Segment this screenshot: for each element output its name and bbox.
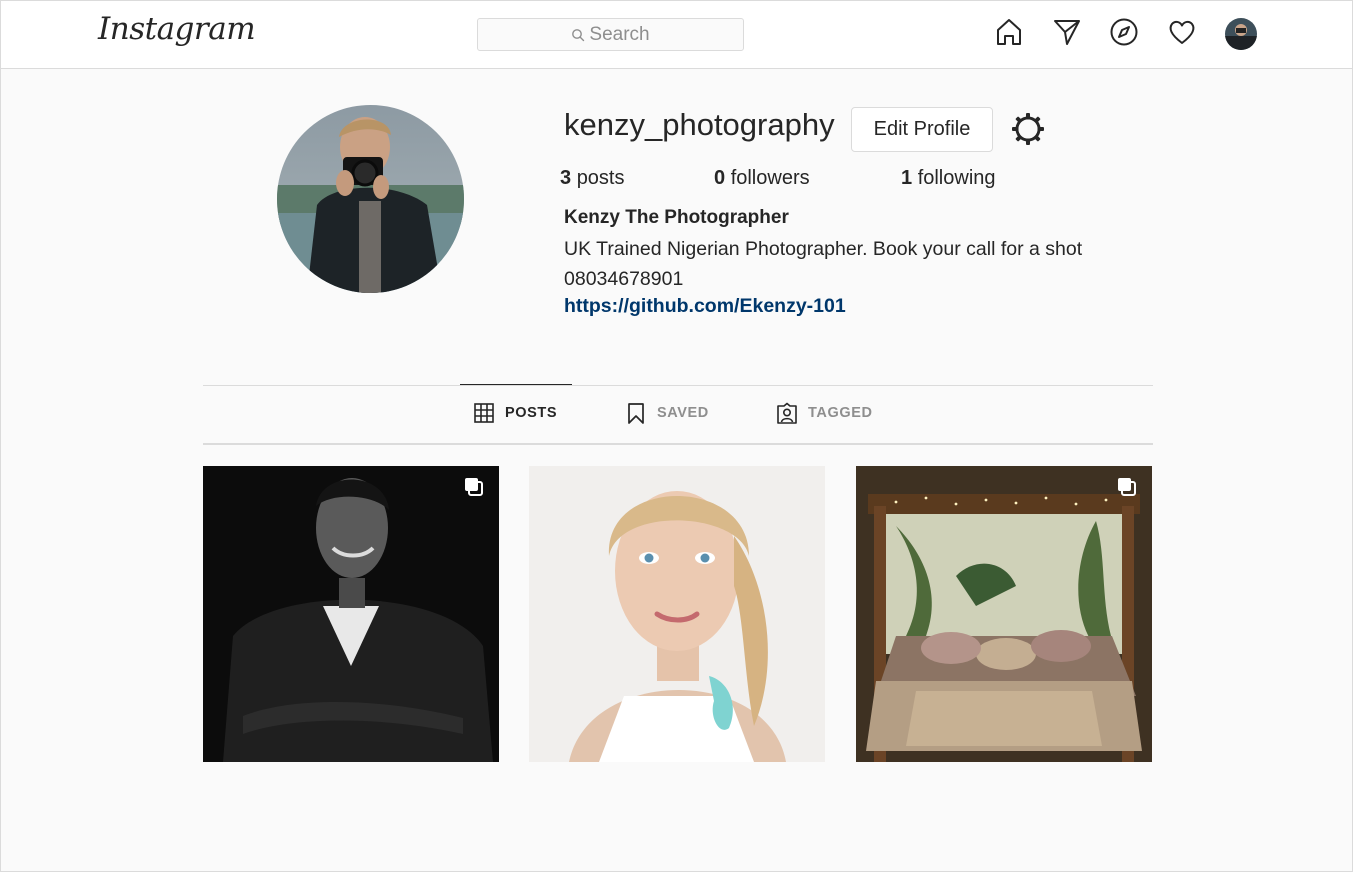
- home-icon[interactable]: [994, 17, 1024, 47]
- edit-profile-button[interactable]: Edit Profile: [851, 107, 993, 152]
- profile-bio: UK Trained Nigerian Photographer. Book y…: [564, 238, 1083, 290]
- posts-count-stat: 3 posts: [560, 167, 625, 190]
- following-stat[interactable]: 1 following: [901, 167, 996, 190]
- profile-full-name: Kenzy The Photographer: [564, 207, 789, 228]
- instagram-logo[interactable]: Instagram: [98, 11, 256, 47]
- grid-icon: [474, 403, 494, 423]
- bookmark-icon: [628, 403, 644, 424]
- profile-tabs: POSTS SAVED TAGGED: [203, 384, 1153, 445]
- profile-picture[interactable]: [277, 105, 464, 293]
- tab-posts-label: POSTS: [505, 405, 558, 421]
- profile-avatar[interactable]: [1225, 18, 1257, 50]
- followers-label: followers: [730, 167, 810, 189]
- top-navbar: Instagram Search: [1, 1, 1352, 69]
- search-placeholder: Search: [589, 23, 650, 45]
- profile-website-link[interactable]: https://github.com/Ekenzy-101: [564, 295, 846, 318]
- posts-count: 3: [560, 167, 572, 189]
- active-tab-indicator: [460, 384, 572, 385]
- posts-label: posts: [576, 167, 625, 189]
- following-label: following: [917, 167, 996, 189]
- search-icon: [572, 29, 585, 42]
- following-count: 1: [901, 167, 913, 189]
- tab-tagged[interactable]: TAGGED: [776, 402, 873, 424]
- followers-stat[interactable]: 0 followers: [714, 167, 810, 190]
- tab-posts[interactable]: POSTS: [473, 402, 557, 424]
- multiple-photos-icon: [1118, 478, 1136, 496]
- profile-username: kenzy_photography: [564, 107, 835, 142]
- post-thumbnail[interactable]: [529, 466, 825, 762]
- tab-saved[interactable]: SAVED: [625, 402, 709, 424]
- multiple-photos-icon: [465, 478, 483, 496]
- search-input[interactable]: Search: [477, 18, 744, 51]
- explore-icon[interactable]: [1109, 17, 1139, 47]
- direct-message-icon[interactable]: [1052, 17, 1082, 47]
- tagged-user-icon: [777, 402, 797, 424]
- tab-tagged-label: TAGGED: [808, 405, 873, 421]
- settings-gear-icon[interactable]: [1010, 111, 1046, 147]
- post-thumbnail[interactable]: [856, 466, 1152, 762]
- post-thumbnail[interactable]: [203, 466, 499, 762]
- app-window: Instagram Search kenzy_photography Edit …: [0, 0, 1353, 872]
- followers-count: 0: [714, 167, 726, 189]
- activity-heart-icon[interactable]: [1167, 17, 1197, 47]
- tab-saved-label: SAVED: [657, 405, 709, 421]
